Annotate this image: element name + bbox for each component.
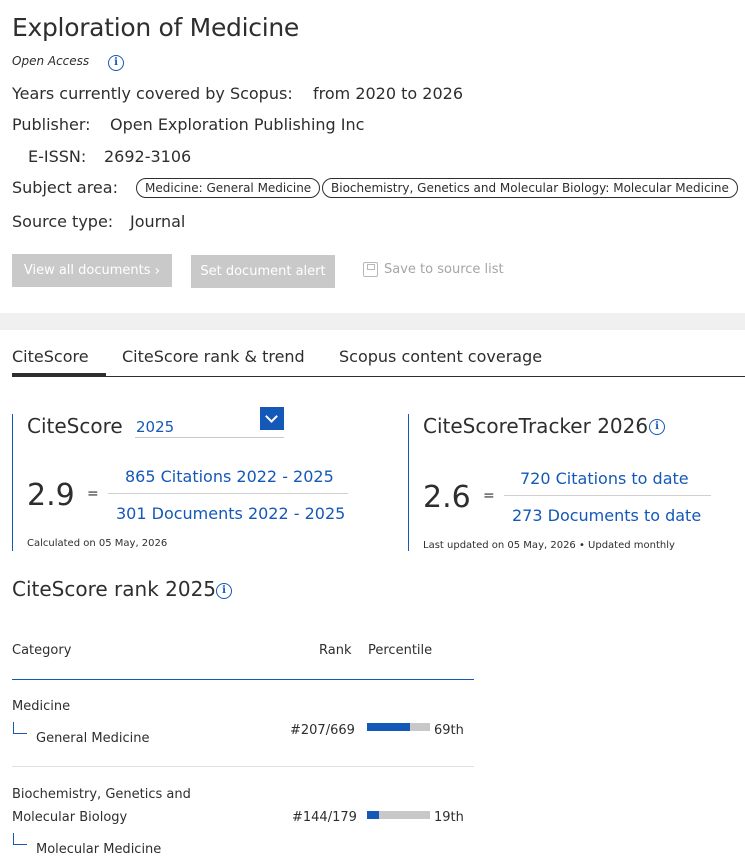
- source-type-value: Journal: [130, 212, 186, 231]
- citescore-citations-link[interactable]: 865 Citations 2022 - 2025: [125, 467, 334, 486]
- tree-connector: [13, 722, 27, 734]
- row-1-subcategory: General Medicine: [36, 731, 150, 746]
- chevron-right-icon: ›: [154, 262, 161, 279]
- info-icon[interactable]: i: [108, 55, 124, 71]
- save-to-source-list-label: Save to source list: [384, 262, 504, 277]
- row-1-percentile: 69th: [434, 723, 464, 738]
- years-label: Years currently covered by Scopus:: [12, 84, 293, 103]
- publisher-value: Open Exploration Publishing Inc: [110, 115, 365, 134]
- table-header-line: [12, 679, 474, 680]
- rank-title: CiteScore rank 2025: [12, 577, 217, 601]
- save-to-source-list-button[interactable]: Save to source list: [363, 262, 504, 277]
- citescore-equals: =: [87, 486, 99, 502]
- tracker-info-icon[interactable]: i: [649, 419, 665, 435]
- row-1-category: Medicine: [12, 699, 71, 714]
- tracker-label: CiteScoreTracker 2026: [423, 414, 649, 438]
- subject-chip-molecular-medicine[interactable]: Biochemistry, Genetics and Molecular Bio…: [322, 178, 738, 198]
- tracker-citations-link[interactable]: 720 Citations to date: [520, 469, 689, 488]
- row-1-rank: #207/669: [290, 723, 355, 738]
- open-access-label: Open Access: [12, 54, 90, 68]
- citescore-label: CiteScore: [27, 414, 123, 438]
- section-divider: [0, 313, 745, 330]
- set-document-alert-button[interactable]: Set document alert: [191, 255, 335, 288]
- tracker-panel-border: [408, 414, 409, 551]
- row-2-subcategory: Molecular Medicine: [36, 842, 162, 857]
- tab-scopus-content-coverage[interactable]: Scopus content coverage: [339, 347, 542, 366]
- column-header-rank: Rank: [319, 643, 352, 658]
- citescore-year-value: 2025: [136, 418, 175, 436]
- tracker-updated-date: Last updated on 05 May, 2026 • Updated m…: [423, 540, 675, 551]
- tracker-fraction-line: [504, 495, 711, 496]
- citescore-calculated-date: Calculated on 05 May, 2026: [27, 538, 168, 549]
- subject-chip-general-medicine[interactable]: Medicine: General Medicine: [136, 178, 321, 198]
- citescore-documents-link[interactable]: 301 Documents 2022 - 2025: [116, 504, 345, 523]
- tree-connector: [13, 833, 27, 845]
- view-all-documents-button[interactable]: View all documents ›: [12, 254, 172, 287]
- source-type-label: Source type:: [12, 212, 114, 231]
- citescore-value: 2.9: [27, 478, 75, 513]
- eissn-label: E-ISSN:: [28, 147, 87, 166]
- tab-underline: [12, 376, 745, 377]
- row-2-rank: #144/179: [292, 810, 357, 825]
- column-header-percentile: Percentile: [368, 643, 433, 658]
- save-icon: [363, 262, 378, 277]
- citescore-panel-border: [12, 414, 13, 551]
- years-value: from 2020 to 2026: [313, 84, 463, 103]
- row-2-percentile-fill: [367, 811, 379, 819]
- tab-citescore[interactable]: CiteScore: [12, 347, 89, 366]
- tracker-equals: =: [483, 488, 495, 504]
- page-title: Exploration of Medicine: [12, 13, 299, 42]
- row-2-percentile: 19th: [434, 810, 464, 825]
- tracker-value: 2.6: [423, 480, 471, 515]
- row-2-category-line-2: Molecular Biology: [12, 810, 128, 825]
- subject-area-label: Subject area:: [12, 178, 118, 197]
- view-all-documents-label: View all documents: [23, 263, 151, 278]
- row-1-percentile-bar: [367, 723, 430, 731]
- row-2-category-line-1: Biochemistry, Genetics and: [12, 787, 191, 802]
- row-1-percentile-fill: [367, 723, 411, 731]
- row-2-percentile-bar: [367, 811, 430, 819]
- row-divider: [12, 766, 474, 767]
- rank-info-icon[interactable]: i: [216, 583, 232, 599]
- tracker-documents-link[interactable]: 273 Documents to date: [512, 506, 701, 525]
- citescore-fraction-line: [108, 493, 348, 494]
- tab-citescore-rank-trend[interactable]: CiteScore rank & trend: [122, 347, 305, 366]
- chevron-down-icon[interactable]: [260, 407, 284, 430]
- column-header-category: Category: [12, 643, 72, 658]
- eissn-value: 2692-3106: [104, 147, 192, 166]
- publisher-label: Publisher:: [12, 115, 91, 134]
- citescore-year-select[interactable]: 2025: [135, 407, 284, 438]
